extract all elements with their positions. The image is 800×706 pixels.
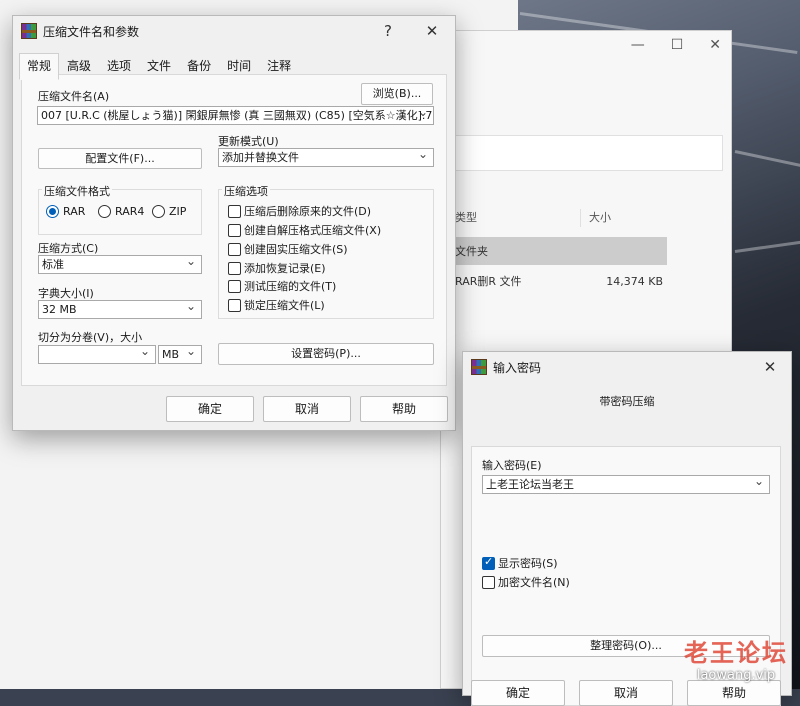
option-test[interactable]: 测试压缩的文件(T) bbox=[228, 278, 336, 294]
dialog-title: 压缩文件名和参数 bbox=[43, 24, 140, 39]
split-label: 切分为分卷(V)，大小 bbox=[38, 331, 143, 344]
option-solid[interactable]: 创建固实压缩文件(S) bbox=[228, 241, 348, 257]
column-headers: 类型 大小 bbox=[455, 209, 671, 227]
archive-name-field[interactable]: 007 [U.R.C (桃屋しょう猫)] 閑銀屏無惨 (真 三國無双) (C85… bbox=[37, 106, 434, 125]
password-value: 上老王论坛当老王 bbox=[486, 478, 574, 491]
set-password-button[interactable]: 设置密码(P)... bbox=[218, 343, 434, 365]
format-group-title: 压缩文件格式 bbox=[42, 183, 112, 199]
column-type[interactable]: 类型 bbox=[455, 209, 581, 227]
split-unit-value: MB bbox=[162, 348, 180, 361]
encrypt-names-label: 加密文件名(N) bbox=[498, 576, 570, 589]
option-lock[interactable]: 锁定压缩文件(L) bbox=[228, 297, 325, 313]
file-type: 文件夹 bbox=[455, 245, 488, 258]
option-label: 锁定压缩文件(L) bbox=[244, 299, 325, 312]
checkbox-icon bbox=[228, 298, 241, 312]
maximize-icon[interactable]: ☐ bbox=[671, 37, 684, 53]
general-panel: 压缩文件名(A) 浏览(B)... 007 [U.R.C (桃屋しょう猫)] 閑… bbox=[21, 74, 447, 386]
options-group-title: 压缩选项 bbox=[222, 183, 270, 199]
winrar-icon bbox=[471, 359, 487, 375]
password-input[interactable]: 上老王论坛当老王 bbox=[482, 475, 770, 494]
column-size[interactable]: 大小 bbox=[581, 209, 611, 227]
help-icon[interactable]: ? bbox=[377, 20, 399, 42]
watermark-title: 老王论坛 bbox=[684, 639, 788, 667]
file-type: RAR删R 文件 bbox=[455, 275, 522, 288]
password-cancel-button[interactable]: 取消 bbox=[579, 680, 673, 706]
checkbox-icon bbox=[228, 242, 241, 256]
password-dialog-title: 输入密码 bbox=[493, 360, 542, 375]
show-password-checkbox[interactable]: 显示密码(S) bbox=[482, 555, 558, 571]
window-controls: — ☐ ✕ bbox=[631, 37, 721, 53]
option-label: 添加恢复记录(E) bbox=[244, 262, 326, 275]
update-mode-value: 添加并替换文件 bbox=[222, 151, 299, 164]
encrypt-names-checkbox[interactable]: 加密文件名(N) bbox=[482, 574, 570, 590]
cancel-button[interactable]: 取消 bbox=[263, 396, 351, 422]
option-label: 创建固实压缩文件(S) bbox=[244, 243, 348, 256]
option-delete-after[interactable]: 压缩后删除原来的文件(D) bbox=[228, 203, 371, 219]
site-watermark: 老王论坛 laowang.vip bbox=[684, 633, 788, 683]
password-dialog-titlebar[interactable]: 输入密码 ✕ bbox=[463, 352, 791, 382]
method-value: 标准 bbox=[42, 258, 64, 271]
format-rar-radio[interactable]: RAR bbox=[46, 205, 85, 218]
option-label: 压缩后删除原来的文件(D) bbox=[244, 205, 372, 218]
checkbox-icon bbox=[482, 575, 495, 589]
checkbox-icon bbox=[228, 223, 241, 237]
format-zip-label: ZIP bbox=[169, 205, 187, 218]
dialog-titlebar[interactable]: 压缩文件名和参数 ? ✕ bbox=[13, 16, 455, 46]
browse-button[interactable]: 浏览(B)... bbox=[361, 83, 433, 105]
radio-selected-icon bbox=[46, 205, 59, 218]
file-row[interactable]: 文件夹 bbox=[441, 237, 667, 265]
format-rar4-radio[interactable]: RAR4 bbox=[98, 205, 144, 218]
file-size: 14,374 KB bbox=[606, 274, 663, 288]
show-password-label: 显示密码(S) bbox=[498, 557, 558, 570]
dict-value: 32 MB bbox=[42, 303, 77, 316]
close-icon[interactable]: ✕ bbox=[759, 356, 781, 378]
update-mode-label: 更新模式(U) bbox=[218, 135, 279, 148]
radio-icon bbox=[98, 205, 111, 218]
checkbox-icon bbox=[228, 204, 241, 218]
method-select[interactable]: 标准 bbox=[38, 255, 202, 274]
dict-select[interactable]: 32 MB bbox=[38, 300, 202, 319]
archive-name-label: 压缩文件名(A) bbox=[38, 90, 110, 103]
radio-icon bbox=[152, 205, 165, 218]
help-button[interactable]: 帮助 bbox=[360, 396, 448, 422]
option-label: 测试压缩的文件(T) bbox=[244, 280, 337, 293]
method-label: 压缩方式(C) bbox=[38, 242, 99, 255]
password-label: 输入密码(E) bbox=[482, 459, 542, 472]
dict-label: 字典大小(I) bbox=[38, 287, 94, 300]
checkbox-icon bbox=[228, 261, 241, 275]
address-bar[interactable] bbox=[441, 135, 723, 171]
option-recovery[interactable]: 添加恢复记录(E) bbox=[228, 260, 326, 276]
format-rar-label: RAR bbox=[63, 205, 86, 218]
update-mode-select[interactable]: 添加并替换文件 bbox=[218, 148, 434, 167]
checkbox-icon bbox=[228, 279, 241, 293]
minimize-icon[interactable]: — bbox=[631, 37, 645, 53]
watermark-url: laowang.vip bbox=[696, 668, 776, 683]
archive-settings-dialog: 压缩文件名和参数 ? ✕ 常规 高级 选项 文件 备份 时间 注释 压缩文件名(… bbox=[12, 15, 456, 431]
password-heading: 带密码压缩 bbox=[599, 395, 655, 408]
winrar-icon bbox=[21, 23, 37, 39]
format-zip-radio[interactable]: ZIP bbox=[152, 205, 186, 218]
tab-general[interactable]: 常规 bbox=[19, 53, 60, 80]
ok-button[interactable]: 确定 bbox=[166, 396, 254, 422]
format-rar4-label: RAR4 bbox=[115, 205, 145, 218]
option-sfx[interactable]: 创建自解压格式压缩文件(X) bbox=[228, 222, 381, 238]
close-icon[interactable]: ✕ bbox=[709, 37, 721, 53]
password-help-button[interactable]: 帮助 bbox=[687, 680, 781, 706]
profiles-button[interactable]: 配置文件(F)... bbox=[38, 148, 202, 169]
checkbox-checked-icon bbox=[482, 555, 495, 570]
file-row[interactable]: RAR删R 文件 14,374 KB bbox=[441, 267, 667, 295]
split-unit-select[interactable]: MB bbox=[158, 345, 202, 364]
close-icon[interactable]: ✕ bbox=[421, 20, 443, 42]
split-size-input[interactable] bbox=[38, 345, 156, 364]
password-ok-button[interactable]: 确定 bbox=[471, 680, 565, 706]
archive-name-value: 007 [U.R.C (桃屋しょう猫)] 閑銀屏無惨 (真 三國無双) (C85… bbox=[41, 109, 433, 122]
option-label: 创建自解压格式压缩文件(X) bbox=[244, 224, 382, 237]
